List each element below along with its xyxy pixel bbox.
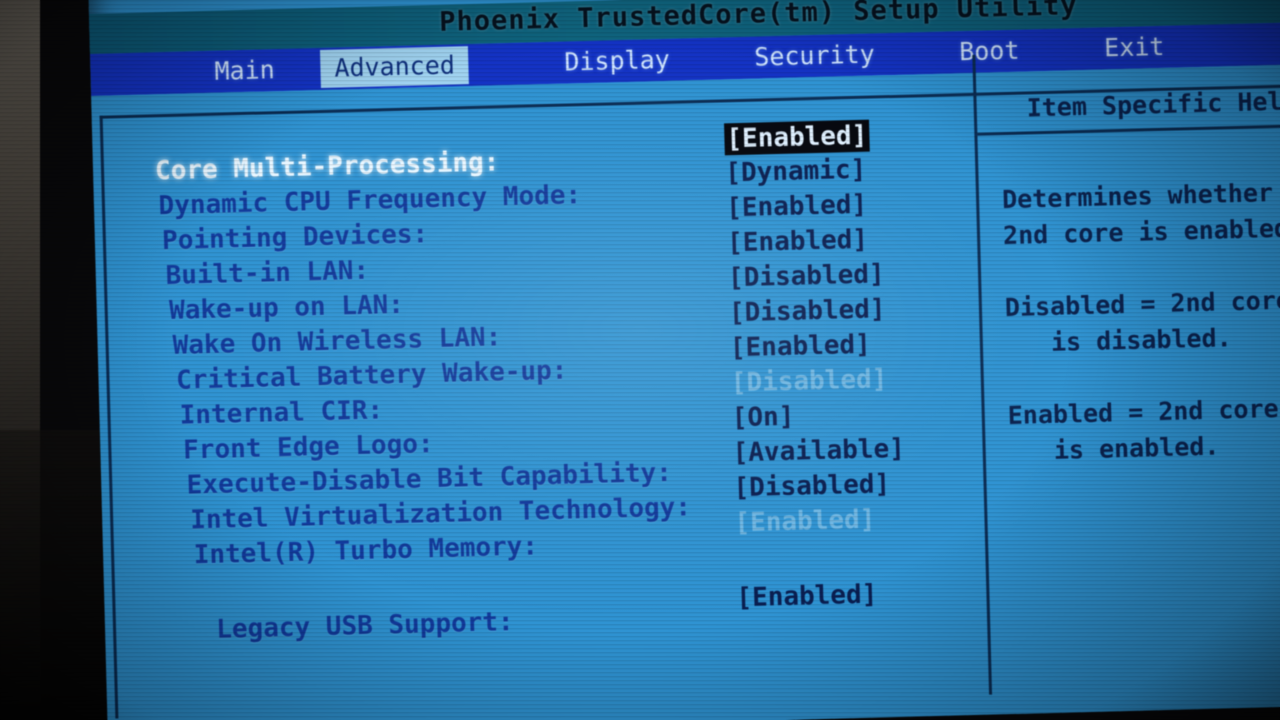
menu-tab-advanced[interactable]: Advanced	[319, 46, 470, 88]
setting-label-3[interactable]: Built-in LAN:	[165, 256, 369, 291]
menu-tab-main[interactable]: Main	[200, 51, 289, 91]
setting-value-11[interactable]: [Enabled]	[734, 505, 876, 539]
menu-tab-exit[interactable]: Exit	[1090, 27, 1179, 67]
setting-value-2[interactable]: [Enabled]	[726, 190, 868, 224]
setting-value-1[interactable]: [Dynamic]	[725, 155, 867, 189]
monitor-photo: Phoenix TrustedCore(tm) Setup Utility Ma…	[0, 0, 1280, 720]
bios-screen: Phoenix TrustedCore(tm) Setup Utility Ma…	[88, 0, 1280, 720]
setting-value-0[interactable]: [Enabled]	[724, 119, 870, 156]
setting-value-3[interactable]: [Enabled]	[727, 225, 869, 259]
menu-tab-display[interactable]: Display	[550, 40, 684, 81]
setting-value-12[interactable]: [Enabled]	[736, 580, 878, 614]
help-panel-text: Determines whether 2nd core is enabled D…	[1001, 178, 1280, 465]
setting-label-7[interactable]: Internal CIR:	[179, 395, 383, 430]
setting-value-7[interactable]: [Disabled]	[730, 364, 887, 398]
setting-value-4[interactable]: [Disabled]	[728, 259, 885, 293]
setting-value-9[interactable]: [Available]	[732, 434, 905, 468]
setting-value-6[interactable]: [Enabled]	[730, 330, 872, 364]
menu-tab-boot[interactable]: Boot	[945, 31, 1034, 71]
menu-tab-security[interactable]: Security	[740, 35, 889, 77]
setting-value-8[interactable]: [On]	[731, 402, 794, 434]
setting-value-10[interactable]: [Disabled]	[733, 469, 890, 503]
setting-value-5[interactable]: [Disabled]	[729, 294, 886, 328]
setting-label-4[interactable]: Wake-up on LAN:	[169, 290, 405, 326]
